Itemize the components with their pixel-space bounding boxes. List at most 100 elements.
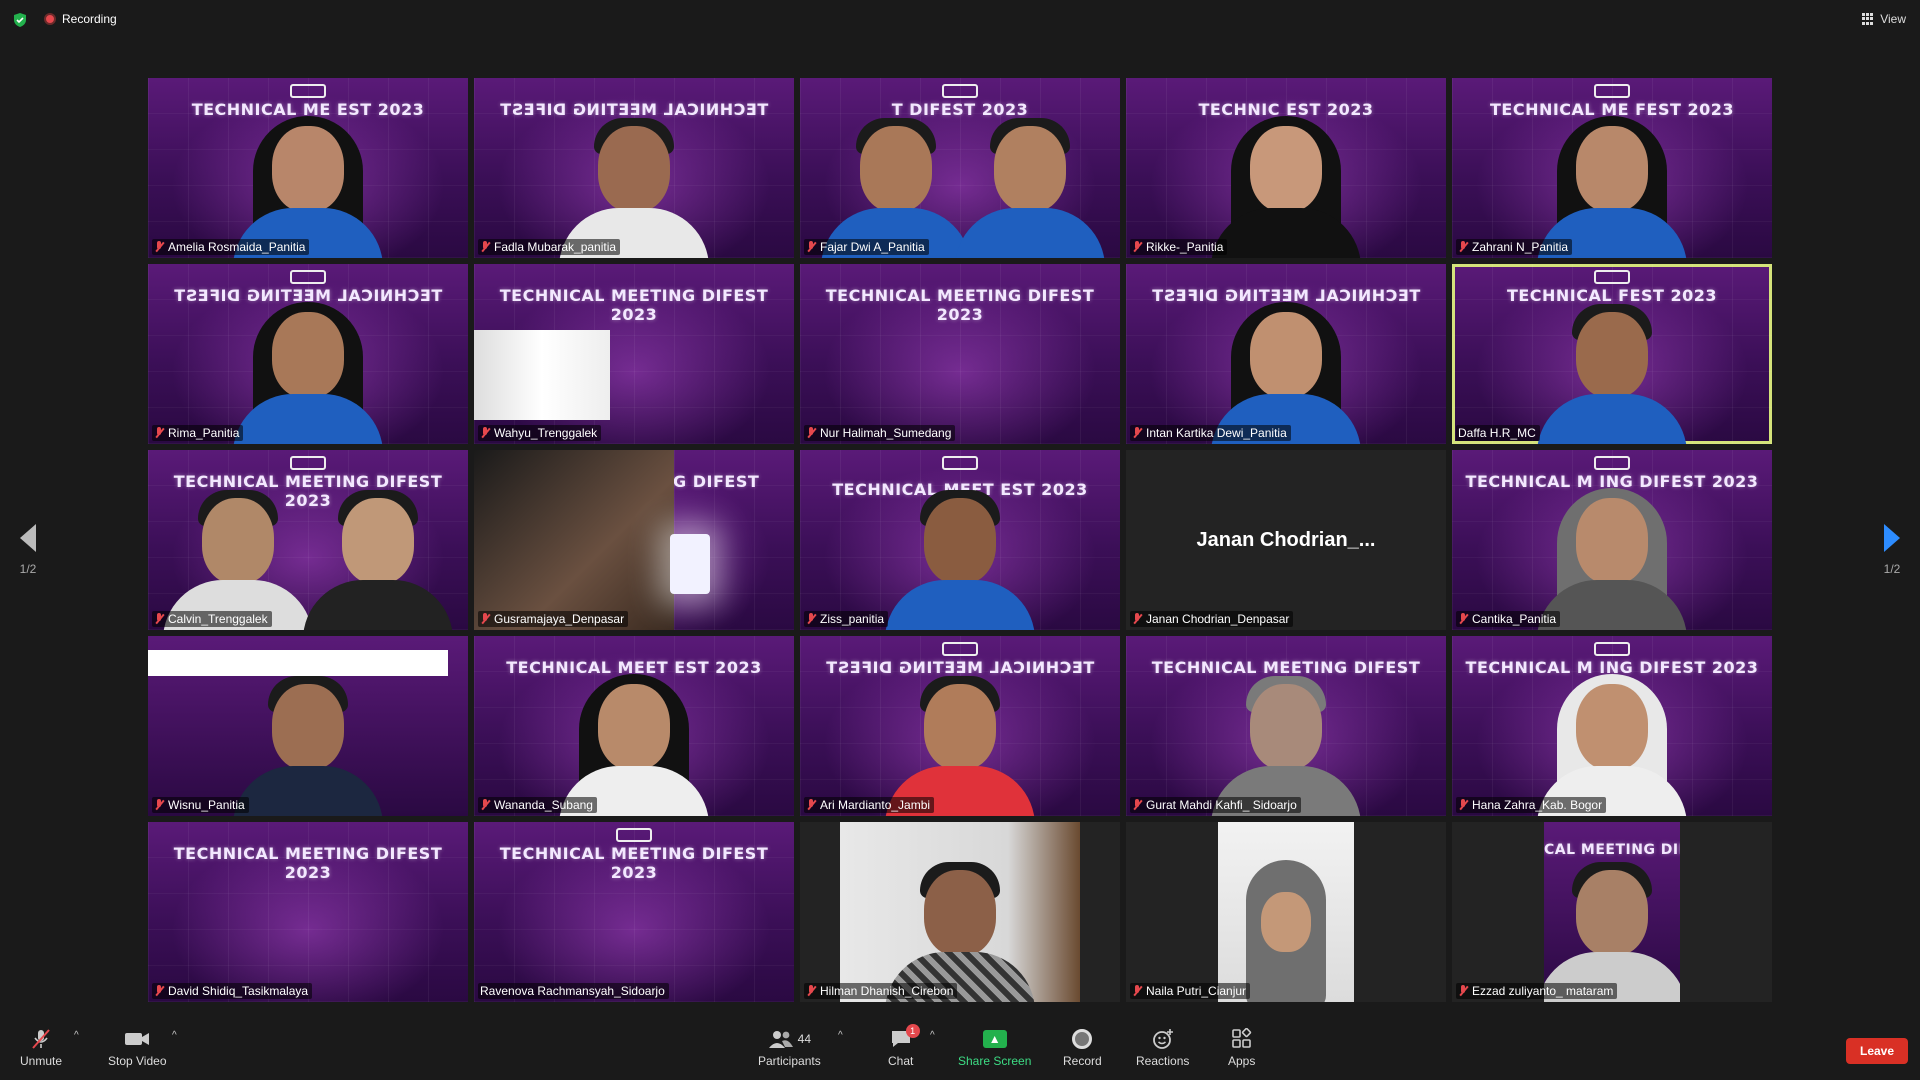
video-tile[interactable]: TECHNIC EST 2023 Rikke-_Panitia [1126,78,1446,258]
participant-name: David Shidiq_Tasikmalaya [168,984,309,998]
participant-video [885,666,1035,816]
participant-name-tag: Naila Putri_Cianjur [1130,983,1251,999]
mic-muted-icon [154,613,164,625]
participant-name-tag: Wananda_Subang [478,797,597,813]
video-tile[interactable]: Wisnu_Panitia [148,636,468,816]
video-tile[interactable]: T DIFEST 2023 Fajar Dwi A_Panitia [800,78,1120,258]
leave-button[interactable]: Leave [1846,1038,1908,1064]
video-tile[interactable]: Naila Putri_Cianjur [1126,822,1446,1002]
recording-indicator[interactable]: Recording [44,12,117,26]
chevron-left-icon [20,524,36,552]
participant-name: Daffa H.R_MC [1458,426,1536,440]
participants-button[interactable]: 44 Participants [758,1028,821,1068]
participant-name-tag: Nur Halimah_Sumedang [804,425,956,441]
chat-icon: 1 [890,1024,920,1050]
mic-muted-icon [1458,985,1468,997]
audio-options-caret[interactable]: ^ [74,1030,79,1041]
mic-muted-icon [1132,427,1142,439]
participant-name: Zahrani N_Panitia [1472,240,1569,254]
active-speaker-tile[interactable]: TECHNICAL FEST 2023 Daffa H.R_MC [1452,264,1772,444]
view-button[interactable]: View [1862,12,1906,26]
participant-name-tag: Wisnu_Panitia [152,797,249,813]
video-tile[interactable]: TECHNICAL ME EST 2023 Amelia Rosmaida_Pa… [148,78,468,258]
chat-options-caret[interactable]: ^ [930,1030,935,1041]
video-tile[interactable]: TECHNICAL MEETING DIFEST 2023 Calvin_Tre… [148,450,468,630]
video-tile[interactable]: TECHNICAL MEET EST 2023 Wananda_Subang [474,636,794,816]
mic-muted-icon [1458,799,1468,811]
participant-video [1211,666,1361,816]
share-screen-label: Share Screen [958,1054,1032,1068]
video-tile[interactable]: TECHNICAL MEETING DIFEST 2023 Intan Kart… [1126,264,1446,444]
video-tile[interactable]: TECHNICAL MEETING DIFEST 2023 Gurat Mahd… [1126,636,1446,816]
event-logo [1594,456,1630,470]
chat-button[interactable]: 1 Chat [888,1024,920,1068]
participant-name-tag: Fadla Mubarak_panitia [478,239,621,255]
arm-foreground [474,450,674,630]
video-tile[interactable]: CAL MEETING DIFEST Ezzad zuliyanto_ mata… [1452,822,1772,1002]
participant-name-tag: Fajar Dwi A_Panitia [804,239,929,255]
participant-video [1211,294,1361,444]
video-off-tile[interactable]: Janan Chodrian_... Janan Chodrian_Denpas… [1126,450,1446,630]
video-tile[interactable]: TECHNICAL MEETING DIFEST 2023 Nur Halima… [800,264,1120,444]
event-logo [942,84,978,98]
recording-label: Recording [62,12,117,26]
participant-video-frame [840,822,1080,1002]
video-tile[interactable]: TECHNICAL MEETING DIFEST 2023 Ravenova R… [474,822,794,1002]
video-tile[interactable]: Hilman Dhanish_Cirebon [800,822,1120,1002]
participant-video [885,480,1035,630]
participant-name: Rima_Panitia [168,426,240,440]
participant-display-name: Janan Chodrian_... [1196,528,1376,551]
shield-icon[interactable] [12,12,28,28]
gallery-grid-icon [1862,13,1874,25]
video-tile[interactable]: TECHNICAL ME FEST 2023 Zahrani N_Panitia [1452,78,1772,258]
stop-video-button[interactable]: Stop Video [108,1028,167,1068]
apps-button[interactable]: Apps [1228,1028,1255,1068]
unmute-button[interactable]: Unmute [20,1028,62,1068]
mic-muted-icon [480,799,490,811]
participant-video [162,480,313,630]
stop-video-label: Stop Video [108,1054,167,1068]
participant-name-tag: Hilman Dhanish_Cirebon [804,983,958,999]
video-options-caret[interactable]: ^ [172,1030,177,1041]
participant-name: Naila Putri_Cianjur [1146,984,1247,998]
participant-name-tag: Amelia Rosmaida_Panitia [152,239,310,255]
mic-muted-icon [806,799,816,811]
reactions-button[interactable]: Reactions [1136,1028,1189,1068]
video-tile[interactable]: TECHNICAL MEETING DIFEST 2023 David Shid… [148,822,468,1002]
apps-icon [1231,1028,1253,1050]
mic-muted-icon [806,427,816,439]
smiley-icon [1152,1028,1174,1050]
participant-name: Rikke-_Panitia [1146,240,1224,254]
record-button[interactable]: Record [1063,1028,1102,1068]
video-tile[interactable]: TECHNICAL MEETING DIFEST 2023 Ari Mardia… [800,636,1120,816]
participant-video [1537,108,1687,258]
virtual-background-banner: TECHNICAL MEETING DIFEST 2023 [499,286,769,324]
reactions-label: Reactions [1136,1054,1190,1068]
video-tile[interactable]: TECHNICAL MEETING DIFEST 2023 Wahyu_Tren… [474,264,794,444]
record-icon [1072,1028,1093,1050]
mic-muted-icon [1132,985,1142,997]
mic-muted-icon [1132,799,1142,811]
page-indicator-right: 1/2 [1883,562,1901,576]
mic-muted-icon [154,799,164,811]
page-indicator-left: 1/2 [19,562,37,576]
mic-muted-icon [480,427,490,439]
event-logo [942,642,978,656]
video-tile[interactable]: TECHNICAL MEETING DIFEST 2023 Fadla Muba… [474,78,794,258]
virtual-background-banner: TECHNICAL MEETING DIFEST 2023 [173,844,443,882]
share-screen-button[interactable]: ▲ Share Screen [958,1028,1031,1068]
participants-options-caret[interactable]: ^ [838,1030,843,1041]
video-tile[interactable]: TECHNICAL M ING DIFEST 2023 Hana Zahra_K… [1452,636,1772,816]
participant-name: Fadla Mubarak_panitia [494,240,617,254]
video-tile[interactable]: TECHNICAL M ING DIFEST 2023 Cantika_Pani… [1452,450,1772,630]
participant-name-tag: Ari Mardianto_Jambi [804,797,935,813]
participant-name: Fajar Dwi A_Panitia [820,240,925,254]
previous-page-button[interactable]: 1/2 [8,524,48,576]
next-page-button[interactable]: 1/2 [1872,524,1912,576]
video-tile[interactable]: TECHNICAL MEETING DIFEST 2023 Rima_Panit… [148,264,468,444]
participant-video [559,666,709,816]
microphone-muted-icon [30,1028,52,1050]
video-tile[interactable]: TECHNICAL MEET EST 2023 Ziss_panitia [800,450,1120,630]
participant-video [1544,852,1680,1002]
video-tile[interactable]: MEETING DIFEST 2023 Gusramajaya_Denpasar [474,450,794,630]
